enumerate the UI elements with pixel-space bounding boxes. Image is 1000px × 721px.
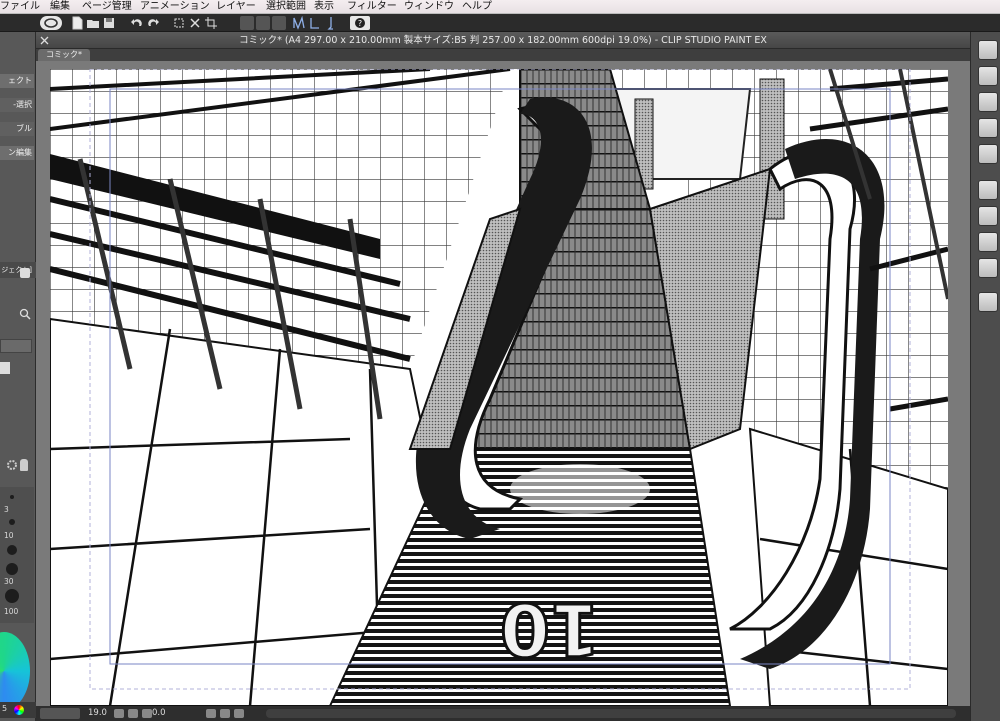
subtool-item-select[interactable]: -選択: [0, 98, 34, 112]
undo-icon[interactable]: [130, 16, 144, 30]
horizontal-scrollbar[interactable]: [266, 709, 956, 718]
rotate-right-icon[interactable]: [220, 709, 230, 718]
brush-size-label: 30: [4, 577, 14, 586]
snap-icon[interactable]: [308, 16, 322, 30]
menu-filter[interactable]: フィルター: [347, 0, 397, 14]
tool-lasso-icon[interactable]: [978, 118, 998, 138]
layer-option-icon[interactable]: [0, 362, 10, 374]
menu-layer[interactable]: レイヤー: [216, 0, 256, 14]
comic-page-canvas[interactable]: 10: [49, 67, 950, 706]
command-bar: ?: [0, 14, 1000, 32]
clear-icon[interactable]: [240, 16, 254, 30]
subtool-item-edit[interactable]: ン編集: [0, 146, 34, 160]
redo-icon[interactable]: [146, 16, 160, 30]
brush-size-dot[interactable]: [5, 589, 19, 603]
window-title: コミック* (A4 297.00 x 210.00mm 製本サイズ:B5 判 2…: [239, 35, 767, 46]
search-icon[interactable]: [19, 308, 31, 320]
escalator-illustration: 10: [49, 67, 950, 706]
rotation-value[interactable]: 0.0: [152, 706, 166, 721]
left-panel: ェクト -選択 ブル ン編集 ジェクト] 3 10 30 100 5: [0, 32, 36, 721]
subtool-item-table[interactable]: ブル: [0, 122, 34, 136]
brush-size-dot[interactable]: [7, 545, 17, 555]
menu-selection[interactable]: 選択範囲: [266, 0, 306, 14]
cut-icon[interactable]: [188, 16, 202, 30]
zoom-slider[interactable]: [40, 708, 80, 719]
help-icon[interactable]: ?: [350, 16, 370, 30]
brush-size-label: 3: [4, 505, 9, 514]
subtool-item-object[interactable]: ェクト: [0, 74, 34, 88]
pen-snap-icon[interactable]: [324, 16, 338, 30]
save-icon[interactable]: [102, 16, 116, 30]
document-tab-row: [36, 49, 970, 61]
tool-eraser-icon[interactable]: [978, 206, 998, 226]
app-logo-icon[interactable]: [40, 16, 62, 30]
menu-window[interactable]: ウィンドウ: [404, 0, 454, 14]
color-mode-icon[interactable]: [14, 705, 24, 715]
layer-icon[interactable]: [272, 16, 286, 30]
color-footer-label: 5: [2, 704, 8, 713]
menu-help[interactable]: ヘルプ: [462, 0, 492, 14]
tool-select-icon[interactable]: [978, 92, 998, 112]
floor-number-marker: 10: [498, 586, 601, 673]
zoom-out-icon[interactable]: [114, 709, 124, 718]
tool-gradient-icon[interactable]: [978, 258, 998, 278]
ruler-icon[interactable]: [292, 16, 306, 30]
brush-size-label: 10: [4, 531, 14, 540]
fit-view-icon[interactable]: [142, 709, 152, 718]
canvas-viewport[interactable]: 10: [36, 61, 970, 706]
tool-zoom-icon[interactable]: [978, 40, 998, 60]
color-wheel[interactable]: [0, 632, 30, 710]
settings-gear-icon[interactable]: [6, 459, 18, 471]
brush-size-label: 100: [4, 607, 19, 616]
brush-size-dot[interactable]: [6, 563, 18, 575]
tool-move-icon[interactable]: [978, 66, 998, 86]
menu-file[interactable]: ファイル: [0, 0, 40, 14]
document-tab[interactable]: コミック*: [38, 49, 90, 61]
blend-mode-select[interactable]: [0, 339, 32, 353]
brush-size-panel: 3 10 30 100: [0, 487, 34, 623]
subtool-header: ジェクト]: [0, 262, 36, 278]
tool-pen-icon[interactable]: [978, 144, 998, 164]
new-file-icon[interactable]: [70, 16, 84, 30]
trash-icon[interactable]: [20, 268, 30, 278]
tool-fill-icon[interactable]: [978, 232, 998, 252]
reset-rotation-icon[interactable]: [234, 709, 244, 718]
open-file-icon[interactable]: [86, 16, 100, 30]
crop-icon[interactable]: [204, 16, 218, 30]
menu-animation[interactable]: アニメーション: [140, 0, 210, 14]
brush-size-dot[interactable]: [10, 495, 14, 499]
svg-text:?: ?: [358, 19, 362, 28]
brush-size-dot[interactable]: [9, 519, 15, 525]
zoom-in-icon[interactable]: [128, 709, 138, 718]
menu-edit[interactable]: 編集: [50, 0, 70, 14]
window-title-bar: コミック* (A4 297.00 x 210.00mm 製本サイズ:B5 判 2…: [36, 32, 970, 49]
zoom-value[interactable]: 19.0: [88, 706, 107, 721]
fill-icon[interactable]: [256, 16, 270, 30]
menu-page[interactable]: ページ管理: [82, 0, 132, 14]
floor-reflection: [510, 464, 650, 514]
color-footer: 5: [0, 702, 36, 718]
status-bar: 19.0 0.0: [36, 706, 970, 721]
tool-figure-icon[interactable]: [978, 292, 998, 312]
right-toolbar: [970, 32, 1000, 721]
rotate-left-icon[interactable]: [206, 709, 216, 718]
floor-number-text: 10: [500, 587, 600, 671]
menu-view[interactable]: 表示: [314, 0, 334, 14]
menu-bar: ファイル 編集 ページ管理 アニメーション レイヤー 選択範囲 表示 フィルター…: [0, 0, 1000, 14]
light-icon[interactable]: [20, 459, 28, 471]
tool-brush-icon[interactable]: [978, 180, 998, 200]
transform-icon[interactable]: [172, 16, 186, 30]
